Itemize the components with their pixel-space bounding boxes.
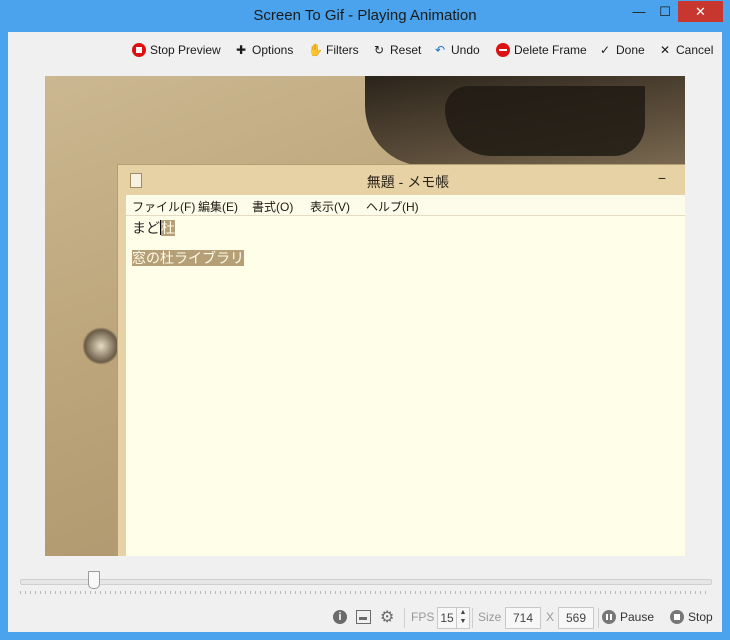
options-button[interactable]: ✚ Options	[234, 41, 293, 59]
notepad-menu-bar: ファイル(F) 編集(E) 書式(O) 表示(V) ヘルプ(H)	[126, 195, 685, 216]
status-divider-2	[472, 608, 473, 628]
options-label: Options	[252, 43, 294, 57]
settings-button[interactable]: ⚙	[380, 607, 394, 627]
pause-label: Pause	[620, 610, 655, 624]
size-group: Size	[478, 610, 501, 624]
hand-icon: ✋	[308, 43, 323, 57]
image-button[interactable]	[356, 610, 371, 624]
notepad-menu-help: ヘルプ(H)	[366, 200, 419, 214]
stop-button[interactable]: Stop	[670, 610, 713, 624]
client-area: Stop Preview ✚ Options ✋ Filters ↻ Reset…	[8, 32, 722, 632]
notepad-menu-edit: 編集(E)	[198, 200, 238, 214]
x-icon: ✕	[659, 43, 671, 57]
stop-label: Stop	[688, 610, 713, 624]
frame-slider[interactable]	[20, 571, 712, 597]
done-label: Done	[616, 43, 645, 57]
window-title: Screen To Gif - Playing Animation	[253, 7, 477, 24]
frame-preview: 無題 - メモ帳 − ファイル(F) 編集(E) 書式(O) 表示(V) ヘルプ…	[45, 76, 685, 556]
info-icon: i	[333, 610, 347, 624]
reset-icon: ↻	[373, 43, 385, 57]
fps-stepper[interactable]: 15 ▲ ▼	[437, 607, 470, 629]
undo-button[interactable]: ↶ Undo	[433, 41, 480, 59]
notepad-menu-format: 書式(O)	[252, 200, 294, 214]
delete-icon	[496, 43, 510, 57]
height-input[interactable]: 569	[558, 607, 594, 629]
app-window: Screen To Gif - Playing Animation — ☐ ✕ …	[0, 0, 730, 640]
title-bar[interactable]: Screen To Gif - Playing Animation — ☐ ✕	[0, 0, 730, 32]
notepad-line-2-selection: 窓の杜ライブラリ	[132, 250, 244, 266]
delete-frame-button[interactable]: Delete Frame	[496, 41, 587, 59]
fps-input[interactable]: 15	[437, 607, 457, 629]
done-button[interactable]: ✓ Done	[598, 41, 645, 59]
notepad-title-bar: 無題 - メモ帳 −	[118, 165, 685, 195]
filters-label: Filters	[326, 43, 359, 57]
frame-highlight	[83, 326, 119, 366]
notepad-line-1: まど杜	[132, 218, 175, 238]
notepad-line-2: 窓の杜ライブラリ	[132, 248, 244, 268]
delete-frame-label: Delete Frame	[514, 43, 587, 57]
filters-button[interactable]: ✋ Filters	[308, 41, 359, 59]
fps-group: FPS	[411, 610, 434, 624]
image-icon	[356, 610, 371, 624]
reset-button[interactable]: ↻ Reset	[372, 41, 421, 59]
notepad-menu-file: ファイル(F)	[132, 200, 196, 214]
status-divider-3	[598, 608, 599, 628]
width-input[interactable]: 714	[505, 607, 541, 629]
notepad-text-area: まど杜 窓の杜ライブラリ	[126, 216, 685, 556]
undo-label: Undo	[451, 43, 480, 57]
fps-label: FPS	[411, 610, 435, 624]
cancel-button[interactable]: ✕ Cancel	[658, 41, 713, 59]
stop-preview-label: Stop Preview	[150, 43, 221, 57]
notepad-minimize-glyph: −	[657, 170, 667, 186]
toolbar: Stop Preview ✚ Options ✋ Filters ↻ Reset…	[8, 32, 722, 66]
cancel-label: Cancel	[676, 43, 714, 57]
notepad-menu-view: 表示(V)	[310, 200, 350, 214]
spin-down-icon[interactable]: ▼	[460, 618, 467, 625]
spin-up-icon[interactable]: ▲	[460, 609, 467, 616]
fps-spin[interactable]: ▲ ▼	[457, 607, 470, 629]
notepad-line-1-text: まど	[132, 220, 160, 236]
size-label: Size	[478, 610, 502, 624]
gear-icon: ⚙	[380, 609, 395, 626]
stop-icon	[132, 43, 146, 57]
minimize-button[interactable]: —	[626, 1, 652, 22]
info-button[interactable]: i	[333, 610, 347, 624]
close-button[interactable]: ✕	[678, 1, 723, 22]
notepad-line-1-selection: 杜	[161, 220, 175, 236]
status-divider-1	[404, 608, 405, 628]
reset-label: Reset	[390, 43, 422, 57]
slider-ticks	[20, 591, 710, 594]
undo-icon: ↶	[434, 43, 446, 57]
notepad-title: 無題 - メモ帳	[366, 174, 450, 190]
size-separator-label: X	[546, 610, 555, 624]
slider-track[interactable]	[20, 579, 712, 585]
pause-icon	[602, 610, 616, 624]
width-field[interactable]: 714	[505, 607, 541, 629]
frame-dark-shape-2	[445, 86, 645, 156]
height-field[interactable]: 569	[558, 607, 594, 629]
stop-playback-icon	[670, 610, 684, 624]
notepad-window: 無題 - メモ帳 − ファイル(F) 編集(E) 書式(O) 表示(V) ヘルプ…	[117, 164, 685, 556]
maximize-button[interactable]: ☐	[652, 1, 678, 22]
size-separator: X	[546, 610, 554, 624]
checkmark-icon: ✓	[599, 43, 611, 57]
stop-preview-button[interactable]: Stop Preview	[132, 41, 221, 59]
status-bar: i ⚙ FPS 15 ▲ ▼ Size 714 X 569 Pause Stop	[8, 606, 722, 630]
slider-thumb[interactable]	[88, 571, 100, 589]
plus-icon: ✚	[235, 43, 247, 57]
pause-button[interactable]: Pause	[602, 610, 654, 624]
